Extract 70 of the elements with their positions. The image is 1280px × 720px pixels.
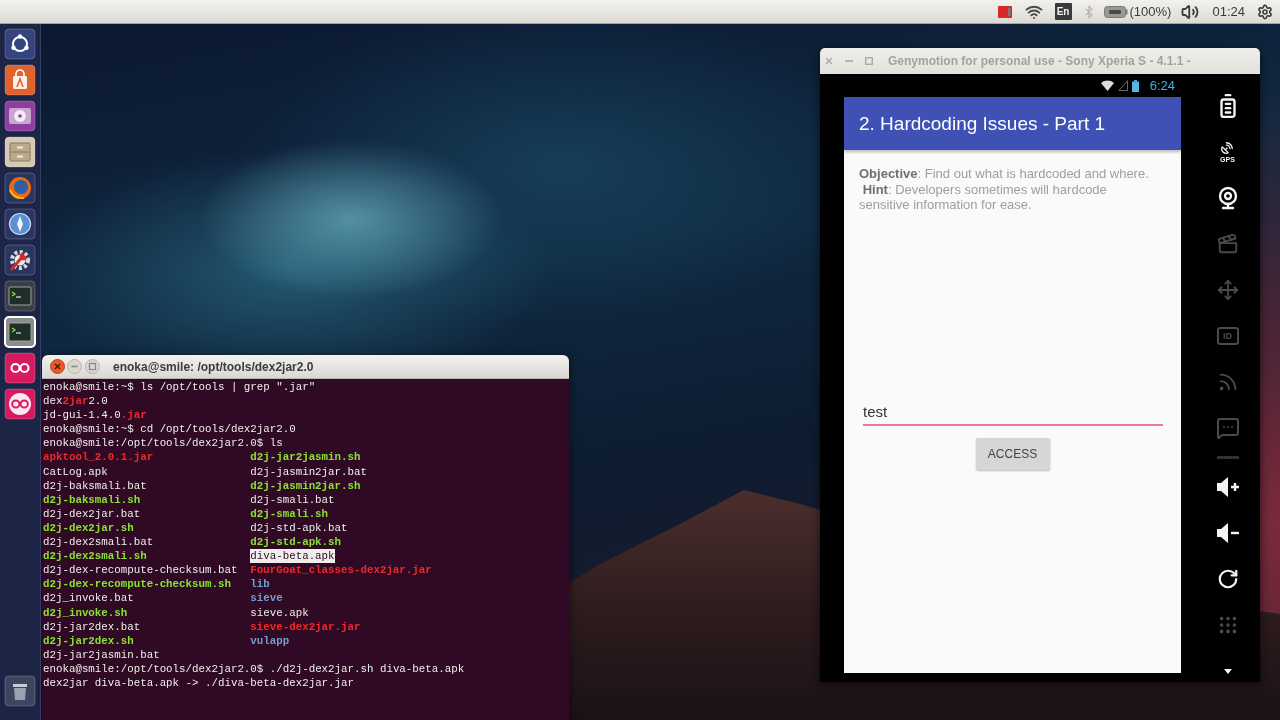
file-name: lib [250,577,270,592]
keyboard-layout-indicator[interactable]: En [1054,3,1072,20]
file-name: diva-beta.apk [250,549,335,564]
file-name: d2j-baksmali.bat [43,478,147,493]
terminal-icon[interactable] [4,316,36,348]
file-name: d2j-baksmali.sh [43,492,141,507]
terminal-line: jd-gui-1.4.0.jar [43,408,147,423]
file-name: d2j_invoke.sh [43,605,128,620]
battery-percentage[interactable]: (100%) [1129,4,1172,19]
volume-up-icon[interactable] [1215,477,1240,497]
file-name: d2j-std-apk.bat [250,520,348,536]
terminal-line: dex2jar2.0 [43,394,108,409]
trash-icon[interactable] [4,675,36,707]
satellite-dish-icon [1220,140,1235,155]
file-name: d2j-dex2jar.bat [43,506,141,521]
caret-down-icon[interactable] [1223,668,1232,674]
objective-hint-text: Objective: Find out what is hardcoded and where. Hint: Developers sometimes will hardcode sensitive information for ease. [859,166,1150,213]
globe-icon[interactable] [4,172,36,204]
file-name: d2j-dex2smali.sh [43,549,147,564]
terminal-line: enoka@smile:~$ cd /opt/tools/dex2jar2.0 [43,422,296,437]
record-icon[interactable] [997,5,1012,18]
file-name: apktool_2.0.1.jar [43,450,154,465]
file-name: CatLog.apk [43,464,108,479]
file-name: d2j-std-apk.sh [250,535,342,550]
access-button[interactable]: ACCESS [975,437,1050,470]
file-name: d2j-jasmin2jar.sh [250,478,361,493]
volume-down-icon[interactable] [1215,523,1240,543]
file-name: d2j_invoke.bat [43,591,134,606]
file-name: d2j-jasmin2jar.bat [250,464,367,479]
file-name: d2j-smali.bat [250,492,335,507]
close-icon[interactable] [50,359,65,374]
file-name: d2j-dex2jar.sh [43,520,134,536]
status-time: 6:24 [1149,78,1175,93]
terminal-line: enoka@smile:~$ ls /opt/tools | grep ".jar" [43,380,316,395]
file-name: vulapp [250,633,290,648]
shopping-bag-icon[interactable] [4,64,36,96]
two-rings-icon[interactable] [4,388,36,420]
file-name: d2j-smali.sh [250,506,329,521]
app-title: 2. Hardcoding Issues - Part 1 [859,112,1106,135]
clock[interactable]: 01:24 [1212,4,1245,19]
settings-gear-icon[interactable] [1257,3,1273,20]
battery-icon [1131,79,1139,92]
file-name: sieve-dex2jar.jar [250,619,361,634]
compass-icon[interactable] [4,208,36,240]
file-name: d2j-jar2jasmin.sh [250,450,361,465]
terminal-line: enoka@smile:/opt/tools/dex2jar2.0$ ls [43,436,283,451]
terminal-line: dex2jar diva-beta.apk -> ./diva-beta-dex2jar.jar [43,675,354,691]
battery-icon[interactable] [1103,5,1128,18]
two-rings-icon[interactable] [4,352,36,384]
wifi-icon [1100,80,1114,91]
volume-icon[interactable] [1181,2,1200,21]
circle-logo-icon[interactable] [4,28,36,60]
text-input[interactable]: test [863,401,1163,426]
maximize-icon[interactable] [85,359,100,374]
file-name: d2j-jar2dex.sh [43,633,134,648]
file-name: sieve.apk [250,605,309,620]
file-name: d2j-jar2dex.bat [43,619,141,634]
rotate-icon[interactable] [1216,568,1239,590]
file-name: sieve [250,591,283,606]
file-name: d2j-dex2smali.bat [43,535,154,550]
file-name: d2j-dex-recompute-checksum.sh [43,577,231,592]
file-name: d2j-jar2jasmin.bat [43,647,160,662]
gear-wrench-icon[interactable] [4,244,36,276]
signal-icon [1117,80,1128,91]
terminal-line: enoka@smile:/opt/tools/dex2jar2.0$ ./d2j-dex2jar.sh diva-beta.apk [43,661,465,676]
window-title: enoka@smile: /opt/tools/dex2jar2.0 [113,359,314,374]
file-name: d2j-dex-recompute-checksum.bat [43,563,238,578]
file-cabinet-icon[interactable] [4,136,36,168]
file-name: FourGoat_classes-dex2jar.jar [250,563,432,578]
window-title: Genymotion for personal use - Sony Xperia S - 4.1.1 - [888,54,1191,68]
